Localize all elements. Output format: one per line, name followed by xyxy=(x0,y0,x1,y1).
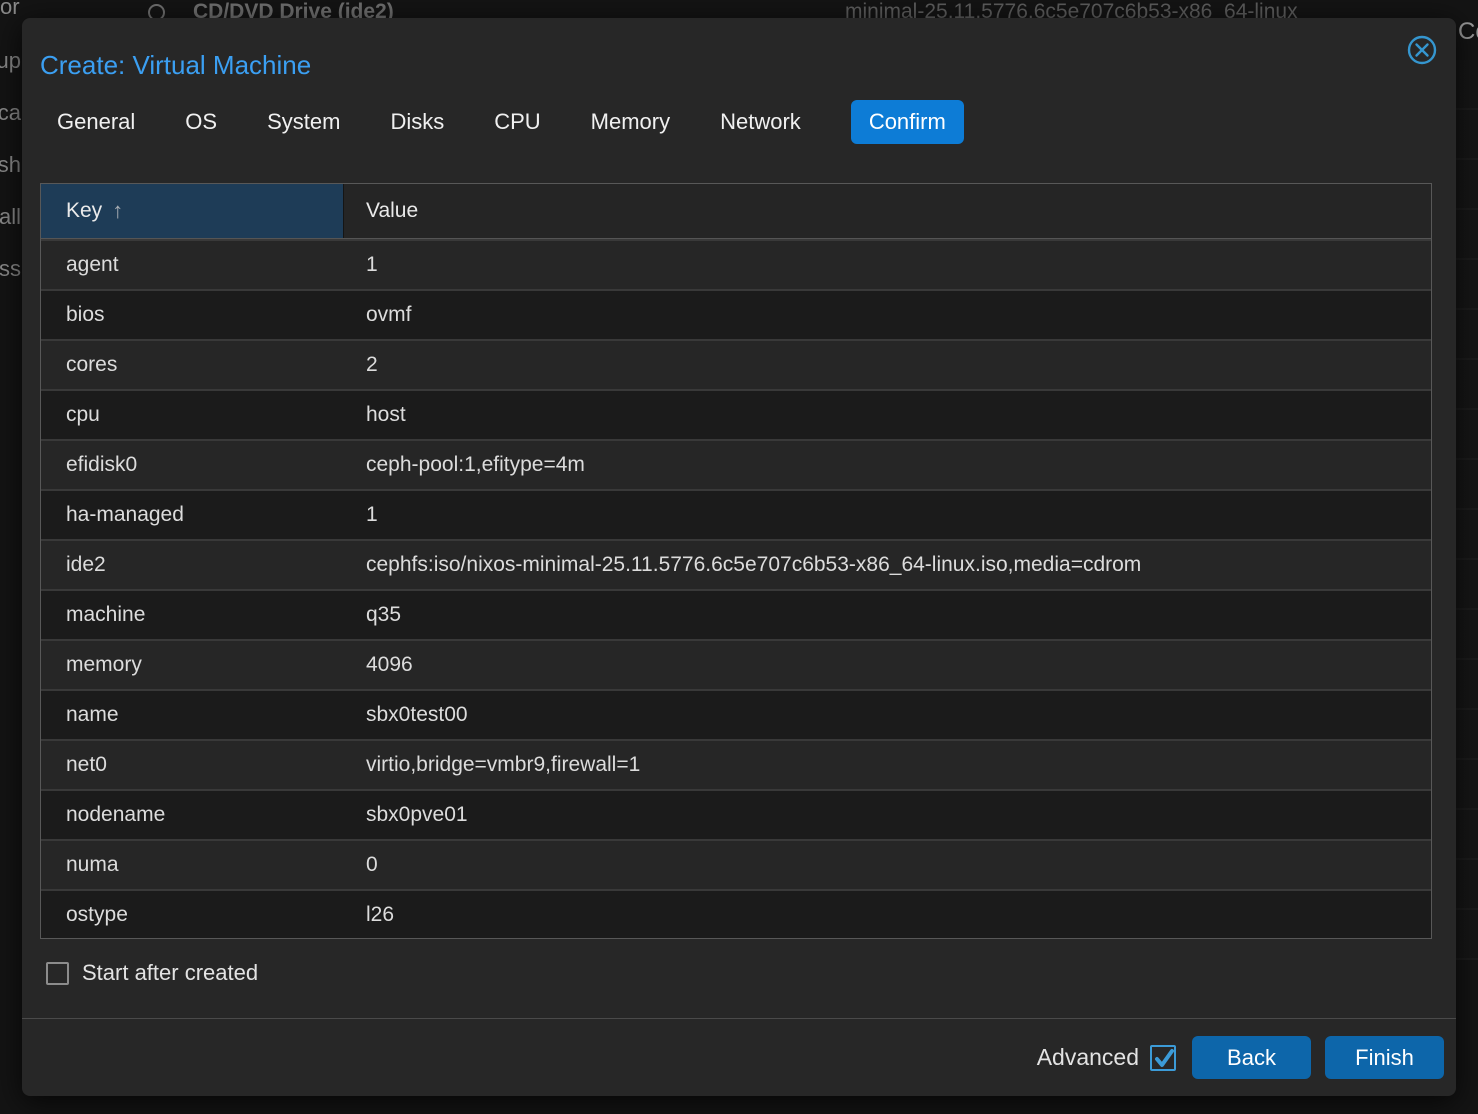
tab-system[interactable]: System xyxy=(267,100,340,144)
tab-memory[interactable]: Memory xyxy=(591,100,670,144)
advanced-checkbox[interactable] xyxy=(1150,1045,1176,1071)
table-row[interactable]: nodename sbx0pve01 xyxy=(41,789,1431,839)
row-value: 0 xyxy=(344,841,1431,889)
row-value: host xyxy=(344,391,1431,439)
row-value: 2 xyxy=(344,341,1431,389)
row-key: numa xyxy=(41,841,344,889)
bg-text-fragment: ss xyxy=(0,256,21,282)
bg-text-fragment: Co xyxy=(1458,18,1478,46)
table-row[interactable]: machine q35 xyxy=(41,589,1431,639)
table-row[interactable]: bios ovmf xyxy=(41,289,1431,339)
row-key: machine xyxy=(41,591,344,639)
row-value: l26 xyxy=(344,891,1431,939)
table-row[interactable]: cpu host xyxy=(41,389,1431,439)
bg-text-fragment: all xyxy=(0,204,21,230)
row-key: ide2 xyxy=(41,541,344,589)
table-row[interactable]: ostype l26 xyxy=(41,889,1431,939)
row-value: cephfs:iso/nixos-minimal-25.11.5776.6c5e… xyxy=(344,541,1431,589)
row-key: ostype xyxy=(41,891,344,939)
value-header-label: Value xyxy=(366,199,418,223)
bg-text-fragment: up xyxy=(0,48,21,74)
create-vm-dialog: Create: Virtual Machine General OS Syste… xyxy=(22,18,1456,1096)
row-key: agent xyxy=(41,241,344,289)
table-header: Key ↑ Value xyxy=(41,184,1431,239)
table-row[interactable]: cores 2 xyxy=(41,339,1431,389)
dialog-footer: Advanced Back Finish xyxy=(22,1018,1456,1096)
row-value: virtio,bridge=vmbr9,firewall=1 xyxy=(344,741,1431,789)
table-row[interactable]: memory 4096 xyxy=(41,639,1431,689)
tab-network[interactable]: Network xyxy=(720,100,801,144)
tab-general[interactable]: General xyxy=(57,100,135,144)
bg-text-fragment: ca xyxy=(0,100,21,126)
row-key: name xyxy=(41,691,344,739)
tab-os[interactable]: OS xyxy=(185,100,217,144)
close-icon[interactable] xyxy=(1406,34,1438,66)
row-value: 1 xyxy=(344,491,1431,539)
row-value: ceph-pool:1,efitype=4m xyxy=(344,441,1431,489)
row-value: sbx0test00 xyxy=(344,691,1431,739)
sort-asc-icon: ↑ xyxy=(112,198,123,224)
row-value: q35 xyxy=(344,591,1431,639)
table-row[interactable]: name sbx0test00 xyxy=(41,689,1431,739)
bg-text-fragment: or xyxy=(0,0,21,20)
row-key: efidisk0 xyxy=(41,441,344,489)
confirm-settings-table: Key ↑ Value agent 1 bios ovmf cores 2 cp… xyxy=(40,183,1432,939)
tab-cpu[interactable]: CPU xyxy=(494,100,540,144)
table-row[interactable]: numa 0 xyxy=(41,839,1431,889)
back-button[interactable]: Back xyxy=(1192,1036,1311,1079)
row-key: memory xyxy=(41,641,344,689)
start-after-created-checkbox[interactable] xyxy=(46,962,69,985)
row-value: ovmf xyxy=(344,291,1431,339)
bg-table-stripes xyxy=(1456,60,1478,960)
tab-disks[interactable]: Disks xyxy=(390,100,444,144)
column-header-key[interactable]: Key ↑ xyxy=(41,184,344,238)
row-value: sbx0pve01 xyxy=(344,791,1431,839)
row-key: cores xyxy=(41,341,344,389)
start-after-created-label: Start after created xyxy=(82,960,258,986)
table-row[interactable]: ha-managed 1 xyxy=(41,489,1431,539)
start-after-created-option: Start after created xyxy=(46,960,258,986)
table-row[interactable]: efidisk0 ceph-pool:1,efitype=4m xyxy=(41,439,1431,489)
table-row[interactable]: net0 virtio,bridge=vmbr9,firewall=1 xyxy=(41,739,1431,789)
row-value: 1 xyxy=(344,241,1431,289)
key-header-label: Key xyxy=(66,199,102,223)
row-key: bios xyxy=(41,291,344,339)
finish-button[interactable]: Finish xyxy=(1325,1036,1444,1079)
table-row[interactable]: agent 1 xyxy=(41,239,1431,289)
row-key: ha-managed xyxy=(41,491,344,539)
wizard-tabs: General OS System Disks CPU Memory Netwo… xyxy=(57,100,964,144)
row-value: 4096 xyxy=(344,641,1431,689)
advanced-label: Advanced xyxy=(1037,1044,1139,1071)
bg-text-fragment: sh xyxy=(0,152,21,178)
column-header-value[interactable]: Value xyxy=(344,184,1431,238)
row-key: net0 xyxy=(41,741,344,789)
row-key: nodename xyxy=(41,791,344,839)
table-row[interactable]: ide2 cephfs:iso/nixos-minimal-25.11.5776… xyxy=(41,539,1431,589)
tab-confirm[interactable]: Confirm xyxy=(851,100,964,144)
row-key: cpu xyxy=(41,391,344,439)
dialog-title: Create: Virtual Machine xyxy=(40,50,311,81)
